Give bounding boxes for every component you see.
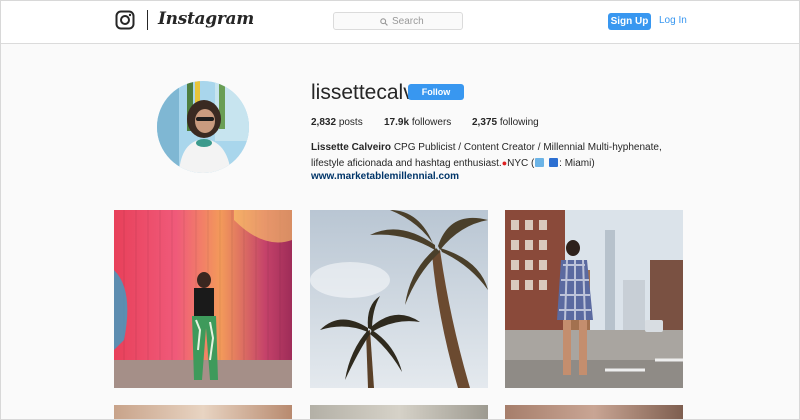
post-thumbnail[interactable] bbox=[310, 405, 488, 419]
search-input[interactable]: Search bbox=[333, 12, 463, 30]
avatar-photo bbox=[157, 81, 249, 173]
following-count: 2,375 bbox=[472, 117, 498, 128]
post-image-colorful-wall bbox=[114, 210, 292, 388]
search-icon bbox=[380, 17, 388, 26]
instagram-camera-icon[interactable] bbox=[115, 10, 135, 30]
post-thumbnail[interactable] bbox=[505, 405, 683, 419]
post-image-city-street bbox=[505, 210, 683, 388]
follow-button[interactable]: Follow bbox=[408, 84, 464, 100]
profile-website-link[interactable]: www.marketablemillennial.com bbox=[311, 171, 459, 182]
instagram-wordmark[interactable]: Instagram bbox=[158, 9, 254, 29]
following-stat[interactable]: 2,375 following bbox=[472, 117, 539, 128]
bio-destination: : Miami) bbox=[559, 157, 595, 169]
post-thumbnail[interactable] bbox=[310, 210, 488, 388]
posts-stat: 2,832 posts bbox=[311, 117, 363, 128]
browser-frame: Instagram Search Sign Up Log In lissette… bbox=[0, 0, 800, 420]
airplane-icon bbox=[535, 157, 545, 167]
flag-icon bbox=[549, 157, 559, 167]
post-thumbnail[interactable] bbox=[114, 405, 292, 419]
top-navigation-bar: Instagram Search Sign Up Log In bbox=[1, 1, 799, 44]
post-image-palm-trees bbox=[310, 210, 488, 388]
followers-stat[interactable]: 17.9k followers bbox=[384, 117, 451, 128]
profile-avatar[interactable] bbox=[157, 81, 249, 173]
followers-count: 17.9k bbox=[384, 117, 410, 128]
profile-full-name: Lissette Calveiro bbox=[311, 142, 392, 153]
search-placeholder: Search bbox=[392, 16, 424, 27]
followers-label: followers bbox=[411, 117, 452, 128]
profile-bio: Lissette Calveiro CPG Publicist / Conten… bbox=[311, 141, 691, 171]
following-label: following bbox=[499, 117, 539, 128]
posts-count: 2,832 bbox=[311, 117, 337, 128]
post-thumbnail[interactable] bbox=[114, 210, 292, 388]
bio-location: NYC ( bbox=[507, 157, 535, 169]
post-thumbnail[interactable] bbox=[505, 210, 683, 388]
logo-divider bbox=[147, 10, 148, 30]
log-in-link[interactable]: Log In bbox=[659, 15, 687, 26]
sign-up-button[interactable]: Sign Up bbox=[608, 13, 651, 30]
posts-label: posts bbox=[338, 117, 363, 128]
profile-username: lissettecalv bbox=[311, 81, 414, 104]
